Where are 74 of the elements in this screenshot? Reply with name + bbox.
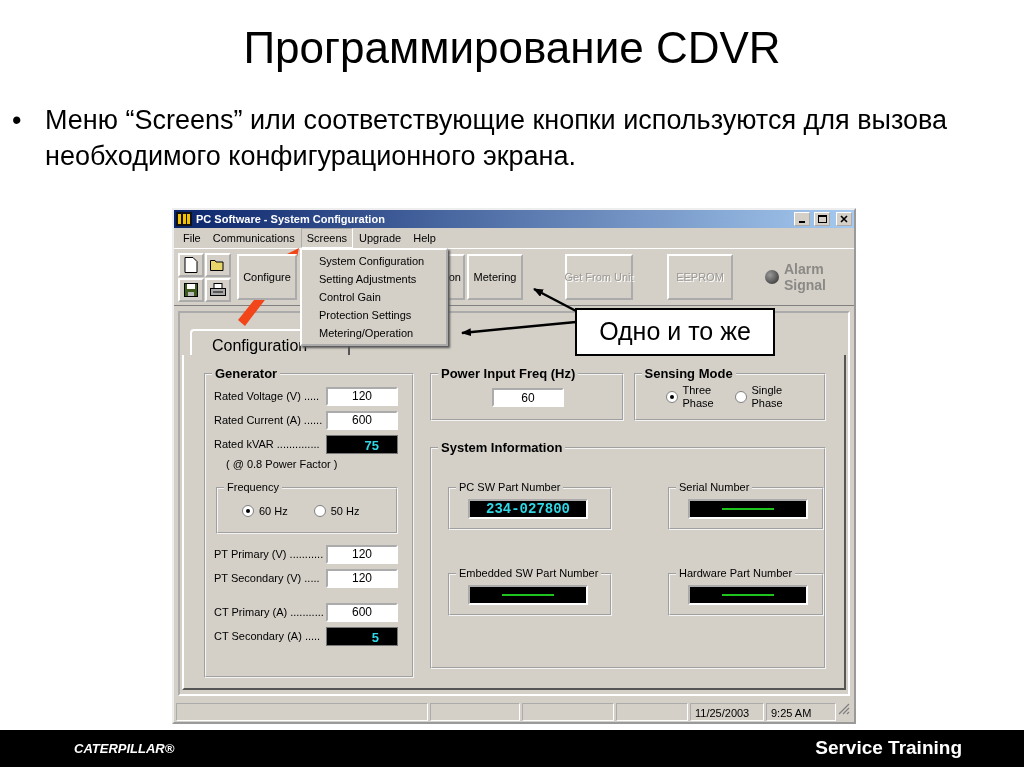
field-label: CT Secondary (A) ..... bbox=[214, 628, 322, 644]
field-label: PT Secondary (V) ..... bbox=[214, 570, 321, 586]
empty-value-line bbox=[722, 594, 774, 596]
toolbar-button[interactable]: Configure bbox=[237, 254, 297, 300]
save-button[interactable] bbox=[178, 277, 204, 302]
group-title: Serial Number bbox=[678, 482, 751, 493]
status-pane bbox=[616, 703, 688, 721]
group-title: System Information bbox=[440, 441, 564, 454]
footer-title: Service Training bbox=[815, 736, 962, 761]
alarm-label: Alarm Signal bbox=[784, 261, 827, 293]
app-logo-icon bbox=[176, 212, 192, 226]
close-icon bbox=[840, 215, 848, 223]
bullet-text: Меню “Screens” или соответствующие кнопки используются для вызова необходимого конфигурационного экрана. bbox=[45, 104, 949, 173]
menu-item[interactable]: File bbox=[177, 227, 207, 249]
group-title: Frequency bbox=[226, 482, 280, 493]
folder-icon bbox=[210, 258, 226, 271]
group-title: Generator bbox=[214, 367, 279, 380]
input-field[interactable]: 120 bbox=[326, 568, 398, 588]
menu-item[interactable]: Help bbox=[407, 227, 442, 249]
empty-value-line bbox=[722, 508, 774, 510]
note-text: ( @ 0.8 Power Factor ) bbox=[225, 457, 339, 472]
window-title: PC Software - System Configuration bbox=[196, 211, 385, 227]
document-icon bbox=[184, 256, 198, 273]
radio-option[interactable]: 50 Hz bbox=[313, 503, 360, 520]
input-field[interactable]: 600 bbox=[326, 602, 398, 622]
bullet-marker: • bbox=[12, 104, 23, 137]
status-time: 9:25 AM bbox=[766, 703, 836, 721]
group-title: Embedded SW Part Number bbox=[458, 568, 600, 579]
radio-button[interactable] bbox=[242, 505, 254, 518]
field-label: Rated Voltage (V) ..... bbox=[214, 388, 321, 404]
resize-grip-icon bbox=[838, 703, 850, 715]
new-file-button[interactable] bbox=[178, 252, 204, 277]
input-field[interactable]: 120 bbox=[326, 386, 398, 406]
maximize-button[interactable] bbox=[814, 212, 830, 226]
maximize-icon bbox=[817, 215, 827, 223]
group-title: Hardware Part Number bbox=[678, 568, 794, 579]
radio-label: 60 Hz bbox=[259, 504, 288, 519]
group-title: Sensing Mode bbox=[643, 367, 734, 380]
status-date: 11/25/2003 bbox=[690, 703, 764, 721]
slide-title: Программирование CDVR bbox=[242, 22, 782, 74]
radio-option[interactable]: 60 Hz bbox=[242, 503, 288, 520]
radio-button[interactable] bbox=[313, 505, 326, 518]
field-label: Rated Current (A) ...... bbox=[214, 412, 324, 428]
group-title: Power Input Freq (Hz) bbox=[440, 367, 577, 380]
field-label: CT Primary (A) ........... bbox=[214, 604, 324, 620]
footer-brand: CATERPILLAR® bbox=[74, 739, 175, 758]
menu-item[interactable]: Screens bbox=[300, 227, 353, 249]
open-button[interactable] bbox=[205, 252, 231, 277]
radio-option[interactable]: Three Phase bbox=[665, 384, 717, 410]
input-field[interactable]: 120 bbox=[326, 544, 398, 564]
radio-option[interactable]: Single Phase bbox=[734, 384, 786, 410]
field-label: Rated kVAR .............. bbox=[214, 436, 321, 452]
readout-display: 5 bbox=[326, 626, 398, 646]
readout-display: 75 bbox=[326, 434, 398, 454]
field-label: PT Primary (V) ........... bbox=[214, 546, 324, 562]
radio-label: Three Phase bbox=[682, 384, 715, 410]
minimize-button[interactable] bbox=[794, 212, 810, 226]
radio-label: 50 Hz bbox=[330, 504, 360, 519]
group-title: PC SW Part Number bbox=[458, 482, 562, 493]
input-field[interactable]: 60 bbox=[492, 388, 564, 407]
print-button[interactable] bbox=[205, 277, 231, 302]
toolbar-button[interactable]: Metering bbox=[467, 254, 523, 300]
menu-item[interactable]: Communications bbox=[206, 227, 301, 249]
radio-button[interactable] bbox=[734, 391, 747, 403]
input-field[interactable]: 600 bbox=[326, 410, 398, 430]
radio-label: Single Phase bbox=[751, 384, 784, 410]
readout-value: 234-027800 bbox=[486, 501, 570, 517]
radio-button[interactable] bbox=[665, 391, 678, 403]
empty-value-line bbox=[502, 594, 554, 596]
printer-icon bbox=[210, 282, 226, 297]
callout-label: Одно и то же bbox=[575, 308, 775, 356]
menu-item[interactable]: Upgrade bbox=[353, 227, 408, 249]
close-button[interactable] bbox=[836, 212, 852, 226]
menu-option[interactable]: Protection Settings bbox=[302, 306, 446, 324]
